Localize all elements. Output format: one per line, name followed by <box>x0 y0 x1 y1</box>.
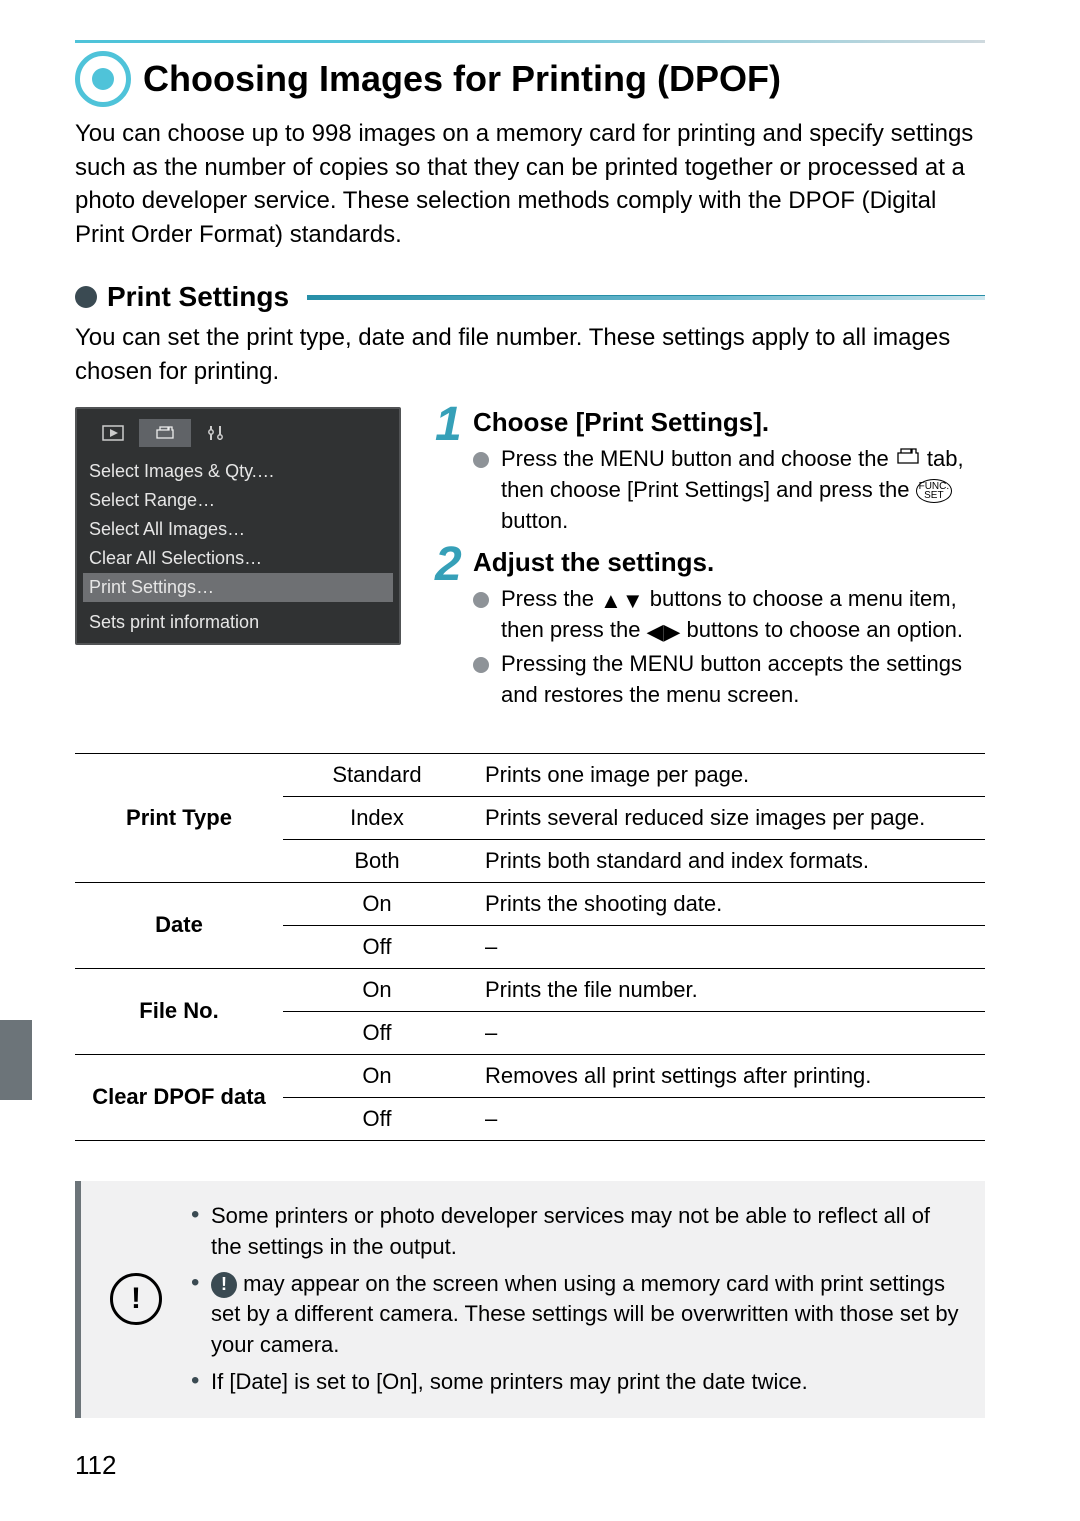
table-option: Both <box>283 839 471 882</box>
table-row: Print Type Standard Prints one image per… <box>75 753 985 796</box>
table-description: Prints the file number. <box>471 968 985 1011</box>
section-heading-row: Print Settings <box>75 281 985 313</box>
warning-item: ! may appear on the screen when using a … <box>191 1269 965 1361</box>
step-title: Adjust the settings. <box>473 547 985 578</box>
title-row: Choosing Images for Printing (DPOF) <box>75 51 985 107</box>
tab-setup-icon <box>191 419 243 447</box>
table-category: Print Type <box>75 753 283 882</box>
step-instruction: Pressing the MENU button accepts the set… <box>473 649 985 711</box>
step-number: 2 <box>435 541 462 589</box>
side-tab <box>0 1020 32 1100</box>
table-category: Clear DPOF data <box>75 1054 283 1140</box>
func-set-button-icon: FUNC.SET <box>916 479 953 503</box>
table-description: Prints several reduced size images per p… <box>471 796 985 839</box>
step-title: Choose [Print Settings]. <box>473 407 985 438</box>
table-description: Removes all print settings after printin… <box>471 1054 985 1097</box>
menu-item: Clear All Selections… <box>83 544 393 573</box>
table-description: – <box>471 925 985 968</box>
step-1: 1 Choose [Print Settings]. Press the MEN… <box>443 407 985 537</box>
step-number: 1 <box>435 401 462 449</box>
warning-item: If [Date] is set to [On], some printers … <box>191 1367 965 1398</box>
top-divider <box>75 40 985 43</box>
tab-print-icon <box>139 419 191 447</box>
menu-item: Select All Images… <box>83 515 393 544</box>
section-title: Print Settings <box>107 281 289 313</box>
camera-menu-footer: Sets print information <box>83 602 393 637</box>
intro-paragraph: You can choose up to 998 images on a mem… <box>75 117 985 251</box>
table-description: Prints both standard and index formats. <box>471 839 985 882</box>
table-option: Off <box>283 925 471 968</box>
section-rule <box>307 295 985 300</box>
print-tab-icon <box>895 444 921 475</box>
camera-menu-screenshot: Select Images & Qty.… Select Range… Sele… <box>75 407 401 645</box>
table-option: Index <box>283 796 471 839</box>
page-title: Choosing Images for Printing (DPOF) <box>143 58 781 100</box>
table-category: File No. <box>75 968 283 1054</box>
table-description: Prints the shooting date. <box>471 882 985 925</box>
table-option: On <box>283 968 471 1011</box>
table-description: Prints one image per page. <box>471 753 985 796</box>
table-option: Off <box>283 1011 471 1054</box>
table-option: Standard <box>283 753 471 796</box>
table-description: – <box>471 1011 985 1054</box>
table-option: On <box>283 882 471 925</box>
page-number: 112 <box>75 1450 116 1481</box>
table-row: File No. On Prints the file number. <box>75 968 985 1011</box>
step-instruction: Press the ▲▼ buttons to choose a menu it… <box>473 584 985 646</box>
print-settings-table: Print Type Standard Prints one image per… <box>75 753 985 1141</box>
caution-icon: ! <box>81 1273 191 1325</box>
warning-box: ! Some printers or photo developer servi… <box>75 1181 985 1418</box>
tab-playback-icon <box>87 419 139 447</box>
menu-item: Select Range… <box>83 486 393 515</box>
menu-button-label: MENU <box>629 651 694 676</box>
up-down-arrows-icon: ▲▼ <box>600 586 644 617</box>
table-description: – <box>471 1097 985 1140</box>
warning-item: Some printers or photo developer service… <box>191 1201 965 1263</box>
camera-menu-list: Select Images & Qty.… Select Range… Sele… <box>83 457 393 602</box>
section-intro: You can set the print type, date and fil… <box>75 321 985 388</box>
table-row: Date On Prints the shooting date. <box>75 882 985 925</box>
table-category: Date <box>75 882 283 968</box>
step-2: 2 Adjust the settings. Press the ▲▼ butt… <box>443 547 985 711</box>
step-instruction: Press the MENU button and choose the tab… <box>473 444 985 537</box>
section-bullet-icon <box>75 286 97 308</box>
menu-button-label: MENU <box>600 446 665 471</box>
menu-item-active: Print Settings… <box>83 573 393 602</box>
info-dot-icon: ! <box>211 1272 237 1298</box>
left-right-arrows-icon: ◀▶ <box>647 617 681 648</box>
menu-item: Select Images & Qty.… <box>83 457 393 486</box>
section-ring-icon <box>75 51 131 107</box>
table-option: Off <box>283 1097 471 1140</box>
table-row: Clear DPOF data On Removes all print set… <box>75 1054 985 1097</box>
table-option: On <box>283 1054 471 1097</box>
camera-tab-bar <box>83 415 393 451</box>
